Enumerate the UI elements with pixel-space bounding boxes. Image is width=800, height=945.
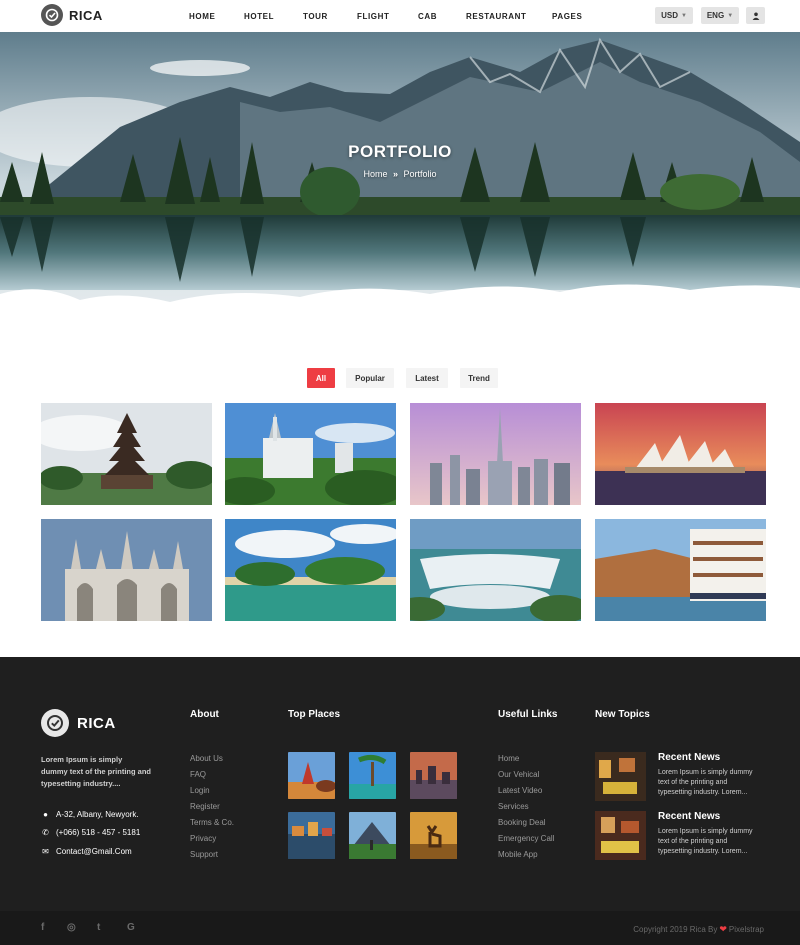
google-icon[interactable]: G [127, 922, 135, 933]
copyright-brand[interactable]: Pixelstrap [729, 925, 764, 934]
twitter-icon[interactable]: t [97, 922, 100, 933]
email-text: Contact@Gmail.Com [56, 847, 132, 856]
about-us-link[interactable]: About Us [190, 754, 223, 763]
filter-trend-button[interactable]: Trend [460, 368, 498, 388]
breadcrumb-home-link[interactable]: Home [363, 169, 387, 179]
nav-tour[interactable]: TOUR [303, 12, 328, 21]
useful-links-heading: Useful Links [498, 709, 558, 720]
mountain-lake-image [0, 32, 800, 332]
logo-check-icon [41, 709, 69, 737]
footer-logo-text: RICA [77, 714, 116, 732]
register-link[interactable]: Register [190, 802, 220, 811]
privacy-link[interactable]: Privacy [190, 834, 216, 843]
services-link[interactable]: Services [498, 802, 529, 811]
breadcrumb: Home » Portfolio [0, 169, 800, 179]
copyright-text: Copyright 2019 Rica By [633, 925, 718, 934]
faq-link[interactable]: FAQ [190, 770, 206, 779]
news-thumbnail-2[interactable] [595, 811, 646, 860]
top-navbar: RICA HOME HOTEL TOUR FLIGHT CAB RESTAURA… [0, 0, 800, 32]
phone-text: (+066) 518 - 457 - 5181 [56, 828, 141, 837]
user-icon [752, 12, 759, 20]
logo-text: RICA [69, 7, 103, 23]
footer-phone: ✆ (+066) 518 - 457 - 5181 [41, 828, 140, 837]
emergency-call-link[interactable]: Emergency Call [498, 834, 554, 843]
place-pagoda-thumbnail[interactable] [288, 752, 335, 799]
filter-popular-button[interactable]: Popular [346, 368, 394, 388]
new-topics-heading: New Topics [595, 709, 650, 720]
footer-address: ● A-32, Albany, Newyork. [41, 810, 139, 819]
about-heading: About [190, 709, 219, 720]
place-harbor-thumbnail[interactable] [288, 812, 335, 859]
language-value: ENG [706, 11, 725, 20]
facebook-icon[interactable]: f [41, 922, 44, 933]
river-cruise-image[interactable] [595, 519, 766, 621]
place-city-thumbnail[interactable] [410, 752, 457, 799]
phone-icon: ✆ [42, 828, 49, 837]
address-text: A-32, Albany, Newyork. [56, 810, 139, 819]
dubai-skyline-image[interactable] [410, 403, 581, 505]
place-deer-thumbnail[interactable] [410, 812, 457, 859]
map-pin-icon: ● [43, 810, 48, 819]
nav-flight[interactable]: FLIGHT [357, 12, 389, 21]
currency-select[interactable]: USD ▼ [655, 7, 693, 24]
news-title-2[interactable]: Recent News [658, 811, 720, 822]
news-text-1: Lorem Ipsum is simply dummy text of the … [658, 769, 753, 796]
latest-video-link[interactable]: Latest Video [498, 786, 542, 795]
portfolio-filters: All Popular Latest Trend [0, 368, 800, 388]
currency-value: USD [661, 11, 678, 20]
language-select[interactable]: ENG ▼ [701, 7, 739, 24]
breadcrumb-current: Portfolio [403, 169, 437, 179]
support-link[interactable]: Support [190, 850, 218, 859]
footer-description: Lorem Ipsum is simply dummy text of the … [41, 755, 151, 788]
login-link[interactable]: Login [190, 786, 210, 795]
user-account-button[interactable] [746, 7, 765, 24]
bottom-bar: f ◎ t G Copyright 2019 Rica By ❤ Pixelst… [0, 911, 800, 945]
heart-icon: ❤ [719, 924, 727, 934]
nav-restaurant[interactable]: RESTAURANT [466, 12, 527, 21]
chevron-down-icon: ▼ [727, 12, 734, 19]
tropical-beach-image[interactable] [225, 519, 396, 621]
bali-temple-image[interactable] [41, 403, 212, 505]
place-palm-thumbnail[interactable] [349, 752, 396, 799]
news-text-2: Lorem Ipsum is simply dummy text of the … [658, 828, 753, 855]
hero-banner: PORTFOLIO Home » Portfolio [0, 32, 800, 332]
nav-cab[interactable]: CAB [418, 12, 437, 21]
chevron-down-icon: ▼ [680, 12, 687, 19]
envelope-icon: ✉ [42, 847, 49, 856]
waterfall-image[interactable] [410, 519, 581, 621]
footer-email[interactable]: ✉ Contact@Gmail.Com [41, 847, 132, 856]
cathedral-image[interactable] [41, 519, 212, 621]
news-title-1[interactable]: Recent News [658, 752, 720, 763]
footer: RICA Lorem Ipsum is simply dummy text of… [0, 657, 800, 911]
place-volcano-thumbnail[interactable] [349, 812, 396, 859]
castle-image[interactable] [225, 403, 396, 505]
filter-latest-button[interactable]: Latest [406, 368, 448, 388]
footer-logo[interactable]: RICA [41, 709, 116, 737]
page-title: PORTFOLIO [348, 142, 452, 161]
booking-deal-link[interactable]: Booking Deal [498, 818, 546, 827]
top-places-heading: Top Places [288, 709, 341, 720]
mobile-app-link[interactable]: Mobile App [498, 850, 538, 859]
nav-hotel[interactable]: HOTEL [244, 12, 274, 21]
sydney-opera-image[interactable] [595, 403, 766, 505]
news-thumbnail-1[interactable] [595, 752, 646, 801]
instagram-icon[interactable]: ◎ [67, 922, 76, 933]
nav-home[interactable]: HOME [189, 12, 215, 21]
terms-link[interactable]: Terms & Co. [190, 818, 234, 827]
filter-all-button[interactable]: All [307, 368, 335, 388]
our-vehical-link[interactable]: Our Vehical [498, 770, 539, 779]
copyright: Copyright 2019 Rica By ❤ Pixelstrap [633, 924, 764, 935]
logo-check-icon [41, 4, 63, 26]
useful-home-link[interactable]: Home [498, 754, 519, 763]
breadcrumb-separator-icon: » [392, 169, 398, 179]
site-logo[interactable]: RICA [41, 4, 103, 26]
nav-pages[interactable]: PAGES [552, 12, 582, 21]
